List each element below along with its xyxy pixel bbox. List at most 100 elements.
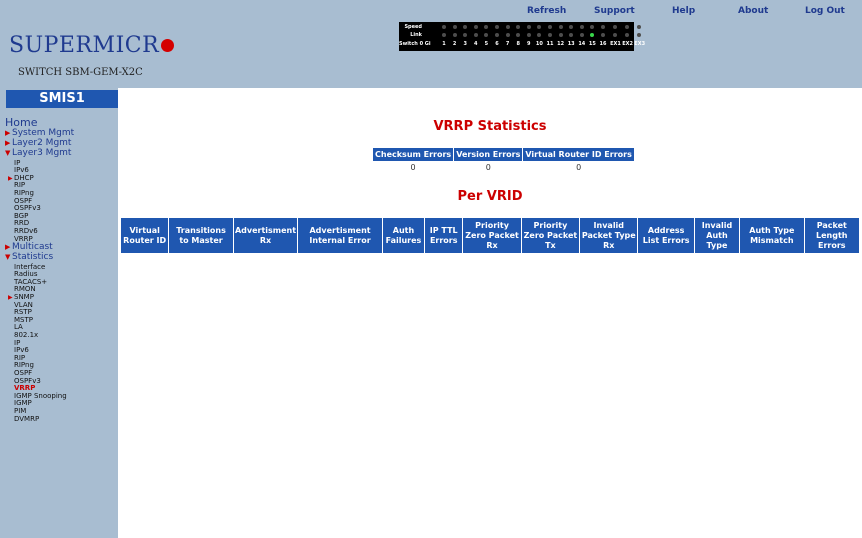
version-errors-value: 0 bbox=[453, 161, 523, 173]
header: SUPERMICR SWITCH SBM-GEM-X2C Refresh Sup… bbox=[0, 0, 862, 88]
port-number-7: 7 bbox=[505, 41, 510, 47]
column-header-advertisment-rx: Advertisment Rx bbox=[232, 217, 299, 254]
speed-led-port-15 bbox=[590, 25, 595, 29]
port-number-12: 12 bbox=[557, 41, 565, 47]
link-led-port-8 bbox=[516, 33, 521, 37]
link-led-port-ex2 bbox=[625, 33, 630, 37]
column-header-priority-zero-packet-tx: Priority Zero Packet Tx bbox=[520, 217, 581, 254]
port-number-3: 3 bbox=[463, 41, 467, 47]
port-number-11: 11 bbox=[546, 41, 554, 47]
column-header-address-list-errors: Address List Errors bbox=[637, 217, 695, 254]
speed-led-port-8 bbox=[516, 25, 521, 29]
link-led-port-9 bbox=[526, 33, 531, 37]
speed-led-port-2 bbox=[452, 25, 457, 29]
about-link[interactable]: About bbox=[738, 6, 768, 16]
link-led-port-15 bbox=[590, 33, 595, 37]
link-led-port-ex3 bbox=[637, 33, 642, 37]
sidebar-item-multicast[interactable]: ▶ Multicast bbox=[5, 242, 53, 252]
link-led-port-5 bbox=[484, 33, 489, 37]
port-number-row: Switch 0 Gi 1 2 3 4 5 6 7 8 9 10 11 12 13 14 15 16 EX1 EX… bbox=[399, 40, 645, 48]
speed-led-port-13 bbox=[569, 25, 574, 29]
speed-led-port-16 bbox=[601, 25, 605, 29]
per-vrid-table: Virtual Router ID Transitions to Master Ad… bbox=[119, 217, 861, 254]
link-led-port-10 bbox=[537, 33, 542, 37]
port-number-14: 14 bbox=[578, 41, 586, 47]
column-header-invalid-packet-type-rx: Invalid Packet Type Rx bbox=[579, 217, 639, 254]
column-header-virtual-router-id: Virtual Router ID bbox=[119, 217, 170, 254]
port-number-ex2: EX2 bbox=[622, 41, 633, 47]
sidebar-title: SMIS1 bbox=[6, 90, 118, 108]
sidebar-item-label: System Mgmt bbox=[12, 128, 75, 138]
link-label: Link bbox=[410, 32, 422, 38]
sidebar: SMIS1 Home ▶ System Mgmt ▶ Layer2 Mgmt ▼ Layer… bbox=[0, 88, 118, 538]
sidebar-item-layer2-mgmt[interactable]: ▶ Layer2 Mgmt bbox=[5, 138, 71, 148]
port-number-ex3: EX3 bbox=[634, 41, 646, 47]
collapsed-arrow-icon: ▶ bbox=[5, 139, 11, 148]
sidebar-subitem-statistics-dvmrp[interactable]: DVMRP bbox=[14, 415, 39, 423]
speed-led-row: Speed bbox=[399, 23, 642, 31]
switch-label: Switch 0 Gi bbox=[399, 41, 431, 47]
column-header-packet-length-errors: Packet Length Errors bbox=[803, 217, 861, 254]
checksum-errors-header: Checksum Errors bbox=[371, 147, 455, 162]
port-number-2: 2 bbox=[452, 41, 457, 47]
logo-text: SUPERMICR bbox=[9, 33, 160, 58]
speed-led-port-6 bbox=[495, 25, 499, 29]
link-led-port-2 bbox=[452, 33, 457, 37]
collapsed-arrow-icon: ▶ bbox=[5, 243, 11, 252]
port-number-10: 10 bbox=[535, 41, 543, 47]
page-root: SUPERMICR SWITCH SBM-GEM-X2C Refresh Sup… bbox=[0, 0, 862, 538]
switch-model-label: SWITCH SBM-GEM-X2C bbox=[18, 67, 143, 78]
port-number-5: 5 bbox=[484, 41, 489, 47]
port-status-panel: Speed Link Switch 0 Gi 1 2 3 4 5 6 7 8 9 10 11 12 13… bbox=[399, 22, 645, 51]
speed-led-port-1 bbox=[442, 25, 446, 29]
expanded-arrow-icon: ▼ bbox=[5, 253, 11, 262]
link-led-port-6 bbox=[495, 33, 499, 37]
link-led-port-7 bbox=[505, 33, 510, 37]
link-led-port-ex1 bbox=[613, 33, 618, 37]
support-link[interactable]: Support bbox=[594, 6, 635, 16]
logout-link[interactable]: Log Out bbox=[805, 6, 845, 16]
speed-led-port-11 bbox=[548, 25, 552, 29]
column-header-transitions-to-master: Transitions to Master bbox=[168, 217, 234, 254]
speed-led-port-ex1 bbox=[613, 25, 618, 29]
sidebar-item-statistics[interactable]: ▼ Statistics bbox=[5, 252, 53, 262]
collapsed-arrow-icon: ▶ bbox=[5, 129, 11, 137]
link-led-port-16 bbox=[601, 33, 605, 37]
port-number-1: 1 bbox=[442, 41, 446, 47]
vrid-errors-value: 0 bbox=[522, 161, 635, 173]
sidebar-item-layer3-mgmt[interactable]: ▼ Layer3 Mgmt bbox=[5, 148, 71, 158]
link-led-row: Link bbox=[399, 31, 642, 39]
speed-led-port-9 bbox=[526, 25, 531, 29]
sidebar-item-label: Layer3 Mgmt bbox=[12, 148, 72, 159]
vrrp-stats-table: Checksum Errors Version Errors Virtual R… bbox=[371, 147, 635, 173]
per-vrid-title: Per VRID bbox=[457, 189, 523, 204]
sidebar-item-label: Multicast bbox=[12, 242, 53, 253]
vrid-errors-header: Virtual Router ID Errors bbox=[522, 147, 635, 162]
logo-o-dot bbox=[161, 39, 175, 52]
help-link[interactable]: Help bbox=[672, 6, 695, 16]
main-content: VRRP Statistics Checksum Errors Version … bbox=[118, 88, 862, 538]
speed-led-port-ex2 bbox=[625, 25, 630, 29]
port-number-15: 15 bbox=[588, 41, 596, 47]
port-number-ex1: EX1 bbox=[610, 41, 621, 47]
column-header-auth-type-mismatch: Auth Type Mismatch bbox=[739, 217, 805, 254]
port-number-16: 16 bbox=[599, 41, 607, 47]
per-vrid-header-row: Virtual Router ID Transitions to Master Ad… bbox=[119, 217, 861, 254]
port-number-13: 13 bbox=[567, 41, 575, 47]
column-header-advertisment-internal-error: Advertisment Internal Error bbox=[297, 217, 383, 254]
column-header-priority-zero-packet-rx: Priority Zero Packet Rx bbox=[462, 217, 522, 254]
speed-led-port-ex3 bbox=[637, 25, 642, 29]
link-led-port-3 bbox=[463, 33, 468, 37]
version-errors-header: Version Errors bbox=[453, 147, 524, 162]
link-led-port-1 bbox=[442, 33, 446, 37]
link-led-port-11 bbox=[548, 33, 552, 37]
speed-label: Speed bbox=[404, 24, 422, 30]
sidebar-item-system-mgmt[interactable]: ▶ System Mgmt bbox=[5, 128, 74, 138]
port-number-9: 9 bbox=[527, 41, 531, 47]
speed-led-port-12 bbox=[558, 25, 563, 29]
column-header-auth-failures: Auth Failures bbox=[381, 217, 426, 254]
link-led-port-4 bbox=[473, 33, 478, 37]
checksum-errors-value: 0 bbox=[372, 161, 454, 173]
refresh-link[interactable]: Refresh bbox=[527, 6, 566, 16]
port-number-4: 4 bbox=[474, 41, 478, 47]
